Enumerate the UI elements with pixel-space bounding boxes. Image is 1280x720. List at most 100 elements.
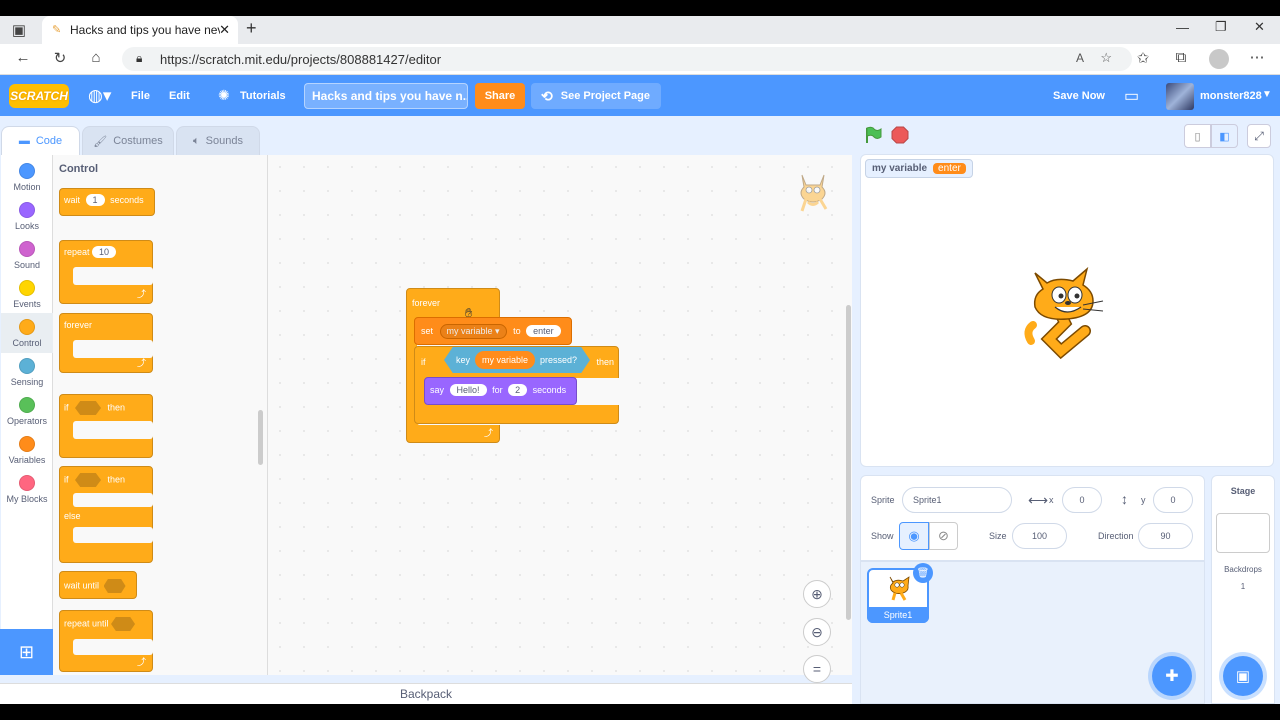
block-text: to [513, 326, 521, 336]
show-visible-button[interactable]: ◉ [899, 522, 929, 550]
if-then-block[interactable]: if then [59, 394, 153, 458]
direction-input[interactable]: 90 [1138, 523, 1193, 549]
save-now-button[interactable]: Save Now [1053, 90, 1105, 102]
condition-slot[interactable] [75, 473, 102, 487]
minimize-icon[interactable]: — [1176, 20, 1189, 35]
sprite-name-input[interactable]: Sprite1 [902, 487, 1012, 513]
wait-until-block[interactable]: wait until [59, 571, 137, 599]
sprite-list: Sprite1 🗑︎ ✚ [860, 561, 1205, 704]
wait-block[interactable]: wait 1 seconds [59, 188, 155, 216]
category-operators[interactable]: Operators [1, 391, 53, 431]
category-looks[interactable]: Looks [1, 196, 53, 236]
read-aloud-icon[interactable]: A [1076, 51, 1084, 65]
repeat-until-block[interactable]: repeat until ⤴ [59, 610, 153, 672]
maximize-icon[interactable]: ❐ [1215, 19, 1227, 35]
edit-menu[interactable]: Edit [169, 90, 190, 102]
workspace-scrollbar[interactable] [846, 305, 851, 620]
share-button[interactable]: Share [475, 83, 525, 109]
category-variables[interactable]: Variables [1, 430, 53, 470]
say-seconds-input[interactable]: 2 [508, 384, 528, 396]
tab-code[interactable]: ▬ Code [1, 126, 80, 155]
account-dropdown-icon[interactable]: ▼ [1262, 89, 1272, 100]
choose-backdrop-button[interactable]: ▣ [1223, 656, 1263, 696]
stage-canvas[interactable]: my variable enter [860, 154, 1274, 467]
category-control[interactable]: Control [1, 313, 53, 353]
large-stage-button[interactable]: ◧ [1211, 124, 1238, 148]
condition-slot[interactable] [103, 579, 126, 593]
new-tab-button[interactable]: + [246, 18, 257, 39]
repeat-block[interactable]: repeat 10 ⤴ [59, 240, 153, 304]
refresh-icon[interactable]: ↻ [49, 49, 71, 67]
show-hidden-button[interactable]: ⊘ [929, 522, 958, 550]
backdrop-thumbnail[interactable] [1216, 513, 1270, 553]
palette-scrollbar[interactable] [258, 410, 263, 465]
block-text: for [492, 385, 503, 395]
window-close-icon[interactable]: ✕ [1254, 19, 1265, 35]
url-field[interactable]: 🔒︎ https://scratch.mit.edu/projects/8088… [122, 47, 1132, 71]
condition-slot[interactable] [111, 617, 136, 631]
variable-monitor[interactable]: my variable enter [865, 159, 973, 178]
category-motion[interactable]: Motion [1, 157, 53, 197]
category-sound[interactable]: Sound [1, 235, 53, 275]
block-text: if [64, 474, 69, 485]
say-block[interactable]: say Hello! for 2 seconds [424, 377, 577, 405]
choose-sprite-button[interactable]: ✚ [1152, 656, 1192, 696]
repeat-input[interactable]: 10 [92, 246, 117, 258]
file-menu[interactable]: File [131, 90, 150, 102]
delete-sprite-button[interactable]: 🗑︎ [913, 563, 933, 583]
more-menu-icon[interactable]: ⋯ [1246, 48, 1268, 66]
backpack-bar[interactable]: Backpack [0, 683, 852, 704]
forever-block[interactable]: forever ⤴ [59, 313, 153, 373]
code-workspace[interactable]: forever ⤴ ✋︎ set my variable ▾ to enter … [268, 155, 852, 683]
profile-avatar[interactable] [1209, 49, 1229, 69]
cat-sprite[interactable] [1021, 265, 1111, 360]
small-stage-button[interactable]: ▯ [1184, 124, 1211, 148]
sidebar-toggle-icon[interactable]: ▣ [8, 21, 30, 39]
user-avatar[interactable] [1166, 83, 1194, 110]
browser-tab[interactable]: ✎ Hacks and tips you have never k ✕ [42, 16, 238, 44]
y-input[interactable]: 0 [1153, 487, 1193, 513]
favorite-star-icon[interactable]: ☆ [1100, 50, 1112, 66]
username[interactable]: monster828 [1200, 90, 1262, 102]
scratch-logo[interactable]: SCRATCH [9, 84, 69, 108]
if-then-else-block[interactable]: if then else [59, 466, 153, 563]
category-sensing[interactable]: Sensing [1, 352, 53, 392]
stage-selector[interactable]: Stage Backdrops 1 ▣ [1211, 475, 1275, 704]
project-title-input[interactable]: Hacks and tips you have n... [304, 83, 468, 109]
variable-dropdown[interactable]: my variable [447, 326, 493, 336]
green-flag-icon[interactable] [864, 126, 882, 144]
zoom-out-button[interactable]: ⊖ [803, 618, 831, 646]
image-add-icon: ▣ [1235, 668, 1251, 685]
key-pressed-block[interactable]: key my variable pressed? [444, 347, 590, 373]
favorites-icon[interactable]: ✩ [1132, 49, 1154, 67]
language-globe-icon[interactable]: ◍▾ [88, 86, 111, 106]
zoom-reset-button[interactable]: = [803, 655, 831, 683]
key-variable-reporter[interactable]: my variable [475, 351, 536, 369]
add-extension-button[interactable]: ⊞ [0, 629, 53, 675]
fullscreen-button[interactable]: ⤢ [1247, 124, 1271, 148]
stop-sign-icon[interactable] [891, 126, 909, 144]
set-variable-block[interactable]: set my variable ▾ to enter [414, 317, 572, 345]
see-project-page-button[interactable]: ⟲ See Project Page [531, 83, 661, 109]
loop-arrow-icon: ⤴ [136, 358, 146, 368]
block-text: repeat [64, 247, 90, 257]
tab-sounds[interactable]: 🔈︎ Sounds [176, 126, 260, 155]
category-my-blocks[interactable]: My Blocks [1, 469, 53, 509]
my-stuff-folder-icon[interactable]: ▭ [1124, 86, 1139, 106]
close-tab-icon[interactable]: ✕ [219, 22, 230, 38]
size-input[interactable]: 100 [1012, 523, 1067, 549]
category-events[interactable]: Events [1, 274, 53, 314]
set-value-input[interactable]: enter [526, 325, 561, 337]
collections-icon[interactable]: ⧉ [1170, 49, 1192, 66]
say-message-input[interactable]: Hello! [449, 384, 487, 396]
home-icon[interactable]: ⌂ [85, 49, 107, 66]
zoom-in-button[interactable]: ⊕ [803, 580, 831, 608]
eye-icon: ◉ [908, 528, 920, 543]
condition-slot[interactable] [75, 401, 102, 415]
x-input[interactable]: 0 [1062, 487, 1102, 513]
tab-costumes[interactable]: 🖌︎ Costumes [82, 126, 174, 155]
tutorials-menu[interactable]: Tutorials [240, 90, 286, 102]
speaker-icon: 🔈︎ [193, 134, 200, 147]
back-icon[interactable]: ← [12, 49, 34, 66]
wait-input[interactable]: 1 [85, 194, 105, 206]
